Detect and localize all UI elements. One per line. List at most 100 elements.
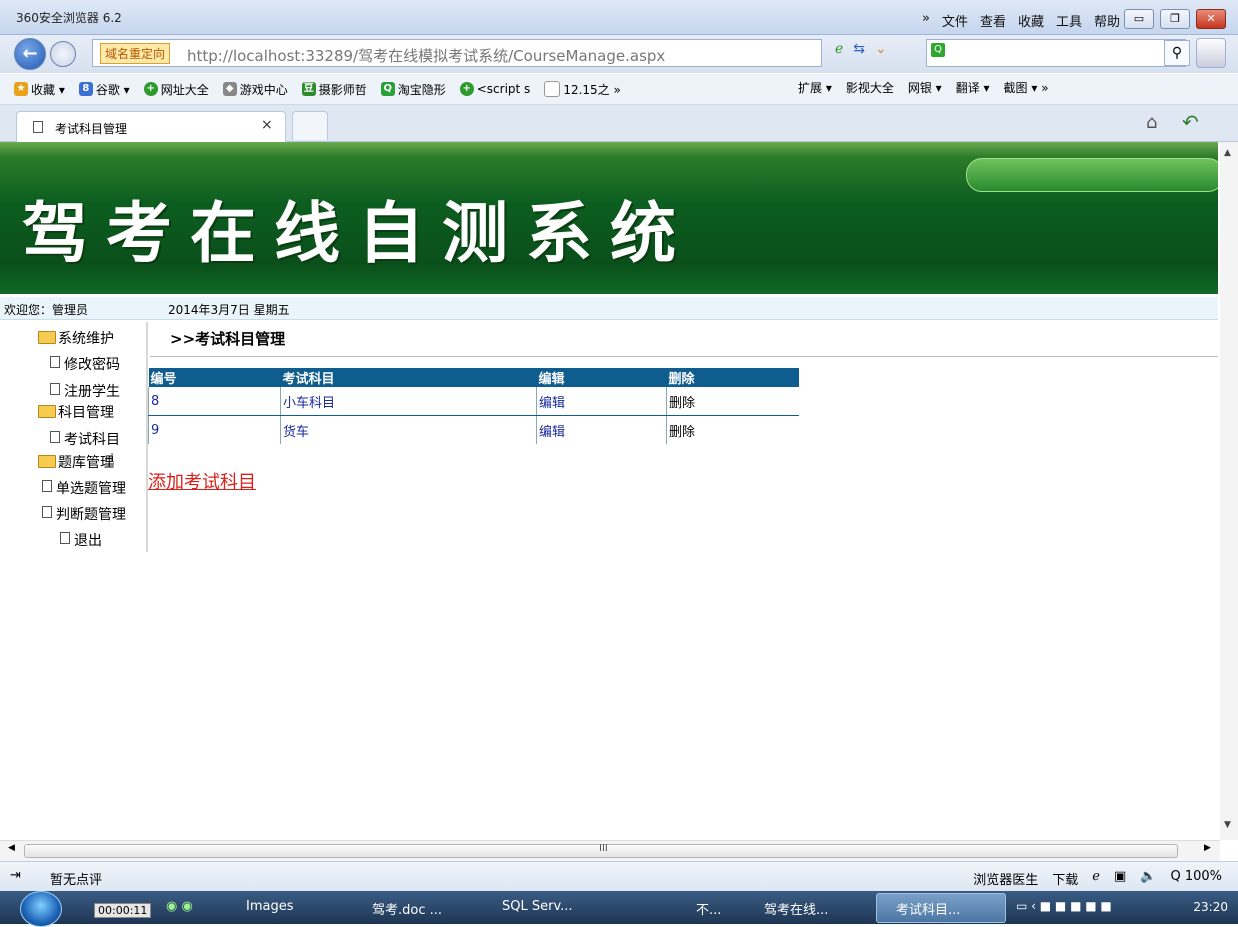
bank-button[interactable]: 网银 ▾	[908, 79, 942, 96]
menu-help[interactable]: 帮助	[1094, 11, 1120, 30]
task-images[interactable]: Images	[246, 899, 294, 914]
nav-icon: +	[459, 82, 474, 96]
browser-doctor-button[interactable]: 浏览器医生	[973, 869, 1038, 888]
sidebar-toggle-icon[interactable]: ⇥	[10, 868, 21, 883]
ie-compat-icon[interactable]: ℯ	[835, 41, 843, 57]
sidebar-item-change-password[interactable]: 修改密码	[50, 354, 120, 374]
task-word-doc[interactable]: 驾考.doc ...	[372, 899, 442, 918]
edit-link[interactable]: 编辑	[536, 387, 667, 416]
fav-item[interactable]: + <script s	[459, 82, 530, 96]
task-course-manage[interactable]: 考试科目...	[896, 899, 960, 918]
page-icon	[42, 480, 52, 492]
task-sql-server[interactable]: SQL Serv...	[502, 899, 573, 914]
sidebar-item-true-false[interactable]: 判断题管理	[42, 504, 126, 524]
sidebar-item-single-choice[interactable]: 单选题管理	[42, 478, 126, 498]
fav-item[interactable]: 豆摄影师哲	[301, 81, 367, 98]
sidebar: 系统维护 修改密码 注册学生 科目管理 考试科目 题库管理 单选题管理 判断题管…	[0, 322, 148, 552]
clock: 23:20	[1193, 900, 1228, 914]
page-icon	[50, 431, 60, 443]
ie-mode-icon[interactable]: ℯ	[1092, 869, 1100, 888]
page-viewport: 驾考在线自测系统 欢迎您：管理员 2014年3月7日 星期五 系统维护 修改密码…	[0, 142, 1218, 840]
delete-link[interactable]: 删除	[666, 387, 799, 416]
scroll-thumb[interactable]: III	[24, 843, 1178, 858]
scroll-up-icon[interactable]: ▲	[1224, 148, 1231, 158]
screenshot-button[interactable]: 截图 ▾ »	[1004, 79, 1049, 96]
sidebar-item-logout[interactable]: 退出	[60, 530, 102, 550]
sidebar-item-exam-subjects[interactable]: 考试科目	[50, 429, 120, 449]
vertical-scrollbar[interactable]: ▲ ▼	[1220, 142, 1238, 840]
star-icon: ★	[14, 82, 28, 96]
subject-table: 编号 考试科目 编辑 删除 8 小车科目 编辑 删除 9 货车 编辑 删除	[148, 368, 799, 444]
dropdown-icon[interactable]: ⌄	[875, 41, 887, 57]
douban-icon: 豆	[301, 82, 316, 96]
sidebar-item-question-bank[interactable]: 题库管理	[38, 452, 114, 472]
zoom-level[interactable]: Q 100%	[1170, 869, 1222, 888]
fav-item[interactable]: ★ 收藏 ▾	[14, 81, 65, 98]
fav-item[interactable]: 8 谷歌 ▾	[78, 81, 130, 98]
page-icon	[50, 356, 60, 368]
scroll-right-icon[interactable]: ▶	[1204, 843, 1211, 853]
col-edit: 编辑	[536, 368, 667, 387]
restore-button[interactable]: ❐	[1160, 9, 1190, 29]
menu-tools[interactable]: 工具	[1056, 11, 1082, 30]
task-driving-exam[interactable]: 驾考在线...	[764, 899, 828, 918]
table-row: 9 货车 编辑 删除	[148, 415, 799, 444]
delete-link[interactable]: 删除	[666, 415, 799, 444]
sidebar-item-subjects[interactable]: 科目管理	[38, 402, 114, 422]
search-input[interactable]: Q	[926, 39, 1186, 67]
home-icon[interactable]: ⌂	[1146, 112, 1157, 133]
sidebar-item-system[interactable]: 系统维护	[38, 328, 114, 348]
add-subject-link[interactable]: 添加考试科目	[148, 468, 256, 494]
url-icons: ℯ ⇆ ⌄	[835, 41, 887, 57]
horizontal-scrollbar[interactable]: ◀ III ▶	[0, 840, 1220, 861]
fav-item[interactable]: + 网址大全	[143, 81, 209, 98]
row-subject: 货车	[280, 415, 537, 444]
user-avatar[interactable]	[1196, 38, 1226, 68]
url-text[interactable]: http://localhost:33289/驾考在线模拟考试系统/Course…	[187, 45, 665, 66]
video-button[interactable]: 影视大全	[846, 79, 894, 96]
search-engine-icon[interactable]: Q	[931, 43, 945, 57]
status-bar: ⇥ 暂无点评 浏览器医生 下载 ℯ ▣ 🔈 Q 100%	[0, 861, 1238, 892]
row-id: 9	[148, 415, 281, 444]
scroll-left-icon[interactable]: ◀	[8, 843, 15, 853]
search-icon[interactable]: ⚲	[1164, 40, 1190, 66]
fav-item[interactable]: Q 淘宝隐形	[380, 81, 446, 98]
translate-button[interactable]: 翻译 ▾	[956, 79, 990, 96]
menu-view[interactable]: 查看	[980, 11, 1006, 30]
close-tab-icon[interactable]: ×	[261, 117, 273, 133]
col-delete: 删除	[666, 368, 799, 387]
divider	[150, 356, 1218, 357]
fav-item[interactable]: ◆ 游戏中心	[222, 81, 288, 98]
redirect-tag[interactable]: 域名重定向	[100, 43, 171, 64]
tray-icons[interactable]: ▭ ‹ ■ ■ ■ ■ ■	[1016, 899, 1112, 913]
tab-course-manage[interactable]: 考试科目管理 ×	[16, 111, 286, 142]
extensions-button[interactable]: 扩展 ▾	[798, 79, 832, 96]
scroll-down-icon[interactable]: ▼	[1224, 820, 1231, 830]
window-icon[interactable]: ▣	[1114, 869, 1126, 888]
col-subject: 考试科目	[280, 368, 537, 387]
edit-link[interactable]: 编辑	[536, 415, 667, 444]
undo-close-icon[interactable]: ↶	[1182, 110, 1199, 134]
task-unknown[interactable]: 不...	[696, 899, 721, 918]
fav-item[interactable]: 12.15之 »	[544, 81, 621, 98]
menu-more[interactable]: »	[922, 11, 930, 30]
download-button[interactable]: 下载	[1052, 869, 1078, 888]
status-comment[interactable]: 暂无点评	[50, 869, 102, 888]
refresh-icon[interactable]: ⇆	[853, 41, 865, 57]
menu-favorites[interactable]: 收藏	[1018, 11, 1044, 30]
row-id: 8	[148, 387, 281, 416]
menu-file[interactable]: 文件	[942, 11, 968, 30]
sidebar-item-register-student[interactable]: 注册学生	[50, 381, 120, 401]
sound-icon[interactable]: 🔈	[1140, 869, 1156, 888]
page-icon	[544, 81, 561, 97]
url-input[interactable]: 域名重定向 http://localhost:33289/驾考在线模拟考试系统/…	[92, 39, 822, 67]
forward-button[interactable]	[50, 41, 76, 67]
back-button[interactable]: ←	[14, 38, 46, 70]
start-button[interactable]	[20, 891, 62, 927]
favorites-bar: ★ 收藏 ▾ 8 谷歌 ▾ + 网址大全 ◆ 游戏中心 豆摄影师哲 Q 淘宝隐形 + <sc…	[0, 74, 1238, 105]
welcome-bar: 欢迎您：管理员 2014年3月7日 星期五	[0, 297, 1218, 320]
new-tab-button[interactable]	[292, 111, 328, 140]
close-window-button[interactable]: ✕	[1196, 9, 1226, 29]
minimize-button[interactable]: ▭	[1124, 9, 1154, 29]
browser-quicklaunch-icon[interactable]: ◉ ◉	[166, 899, 193, 914]
